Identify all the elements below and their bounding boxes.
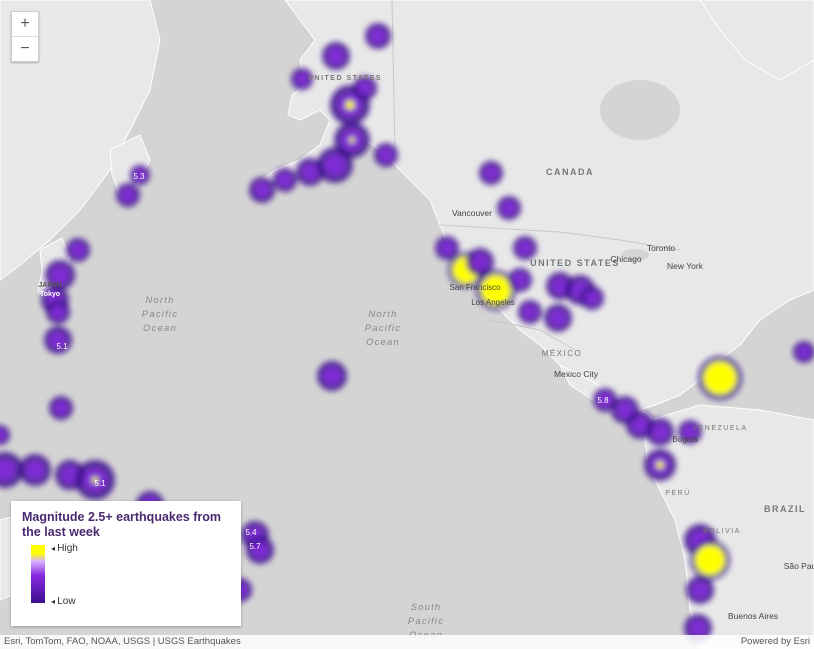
heat-blob-core bbox=[120, 187, 136, 203]
map-label-bogota: Bogotá bbox=[672, 435, 698, 444]
heat-blob-core bbox=[50, 304, 66, 320]
magnitude-label: 5.4 bbox=[245, 528, 257, 537]
heat-blob-hot bbox=[349, 137, 355, 143]
heat-blob-core bbox=[483, 165, 499, 181]
heat-blob-core bbox=[327, 47, 345, 65]
heat-blob-core bbox=[689, 619, 707, 637]
attribution-bar: Esri, TomTom, FAO, NOAA, USGS | USGS Ear… bbox=[0, 635, 814, 649]
heat-blob-core bbox=[25, 460, 45, 480]
heat-blob-core bbox=[70, 242, 86, 258]
magnitude-label: 5.7 bbox=[249, 542, 261, 551]
map-label-buenos-aires: Buenos Aires bbox=[728, 611, 778, 621]
heat-blob-core bbox=[439, 240, 455, 256]
ocean-label-north-pacific-ocean-center: Ocean bbox=[366, 337, 400, 348]
map-label-chicago: Chicago bbox=[610, 254, 641, 264]
map-label-canada: CANADA bbox=[546, 167, 594, 177]
map-label-united-states: UNITED STATES bbox=[530, 258, 620, 268]
ocean-label-north-pacific-ocean-center: Pacific bbox=[365, 323, 401, 334]
magnitude-label: 5.3 bbox=[133, 172, 145, 181]
heat-blob-core bbox=[323, 367, 341, 385]
heat-blob-core bbox=[357, 80, 373, 96]
map-label-japan: JAPAN bbox=[38, 282, 61, 289]
map-label-mexico: MÉXICO bbox=[542, 349, 583, 358]
heat-blob-hot bbox=[703, 361, 737, 395]
magnitude-label: 5.8 bbox=[597, 396, 609, 405]
map-label-los-angeles: Los Angeles bbox=[471, 298, 515, 307]
zoom-in-button[interactable]: + bbox=[12, 12, 38, 36]
legend-title: Magnitude 2.5+ earthquakes from the last… bbox=[22, 510, 222, 539]
attribution-sources[interactable]: Esri, TomTom, FAO, NOAA, USGS | USGS Ear… bbox=[4, 636, 241, 647]
heat-blob-hot bbox=[695, 545, 725, 575]
heat-blob-core bbox=[295, 72, 309, 86]
zoom-control: + − bbox=[11, 11, 39, 62]
ocean-label-north-pacific-ocean-center: North bbox=[368, 309, 397, 320]
ocean-label-north-pacific-ocean-west: Ocean bbox=[143, 323, 177, 334]
legend-color-ramp bbox=[31, 545, 45, 603]
ocean-label-north-pacific-ocean-west: North bbox=[145, 295, 174, 306]
heat-blob-core bbox=[691, 581, 709, 599]
magnitude-label: 5.1 bbox=[56, 342, 68, 351]
heat-blob-core bbox=[53, 400, 69, 416]
map-label-san-francisco: San Francisco bbox=[449, 283, 501, 292]
powered-by-esri[interactable]: Powered by Esri bbox=[741, 636, 810, 647]
heat-blob-hot bbox=[345, 100, 355, 110]
heat-blob-core bbox=[277, 172, 293, 188]
heat-blob-core bbox=[370, 28, 386, 44]
legend-low-label: Low bbox=[51, 596, 75, 607]
heat-blob-core bbox=[517, 240, 533, 256]
zoom-out-button[interactable]: − bbox=[12, 36, 38, 61]
heat-blob-core bbox=[378, 147, 394, 163]
map-label-sao-paulo: São Pau bbox=[784, 561, 814, 571]
heat-blob-core bbox=[512, 272, 528, 288]
map-label-mexico-city: Mexico City bbox=[554, 369, 599, 379]
heat-blob-core bbox=[651, 423, 669, 441]
heat-blob-core bbox=[549, 309, 567, 327]
map-label-tokyo: Tokyo bbox=[40, 291, 60, 298]
map-label-new-york: New York bbox=[667, 261, 704, 271]
heat-blob-core bbox=[631, 416, 649, 434]
legend-high-label: High bbox=[51, 543, 78, 554]
hudson-bay bbox=[600, 80, 680, 140]
heat-blob-hot bbox=[656, 461, 664, 469]
heat-blob-core bbox=[522, 304, 538, 320]
heat-blob-core bbox=[584, 290, 600, 306]
ocean-label-north-pacific-ocean-west: Pacific bbox=[142, 309, 178, 320]
map-label-venezuela: VENEZUELA bbox=[692, 425, 747, 432]
map-label-bolivia: BOLIVIA bbox=[703, 528, 741, 535]
heat-blob-core bbox=[254, 182, 270, 198]
heat-blob-core bbox=[324, 154, 346, 176]
map-label-vancouver: Vancouver bbox=[452, 208, 492, 218]
map-label-peru: PERÚ bbox=[665, 488, 690, 497]
heat-blob-core bbox=[501, 200, 517, 216]
magnitude-label: 5.1 bbox=[94, 479, 106, 488]
map-label-united-states-alaska: UNITED STATES bbox=[308, 75, 382, 82]
heat-blob-core bbox=[797, 345, 811, 359]
map-label-brazil: BRAZIL bbox=[764, 504, 806, 514]
ocean-label-south-pacific-ocean: Pacific bbox=[408, 616, 444, 627]
heat-blob-core bbox=[471, 253, 489, 271]
legend-panel: Magnitude 2.5+ earthquakes from the last… bbox=[11, 501, 241, 626]
ocean-label-south-pacific-ocean: South bbox=[411, 602, 442, 613]
heat-blob-core bbox=[301, 163, 319, 181]
map-label-toronto: Toronto bbox=[647, 243, 676, 253]
